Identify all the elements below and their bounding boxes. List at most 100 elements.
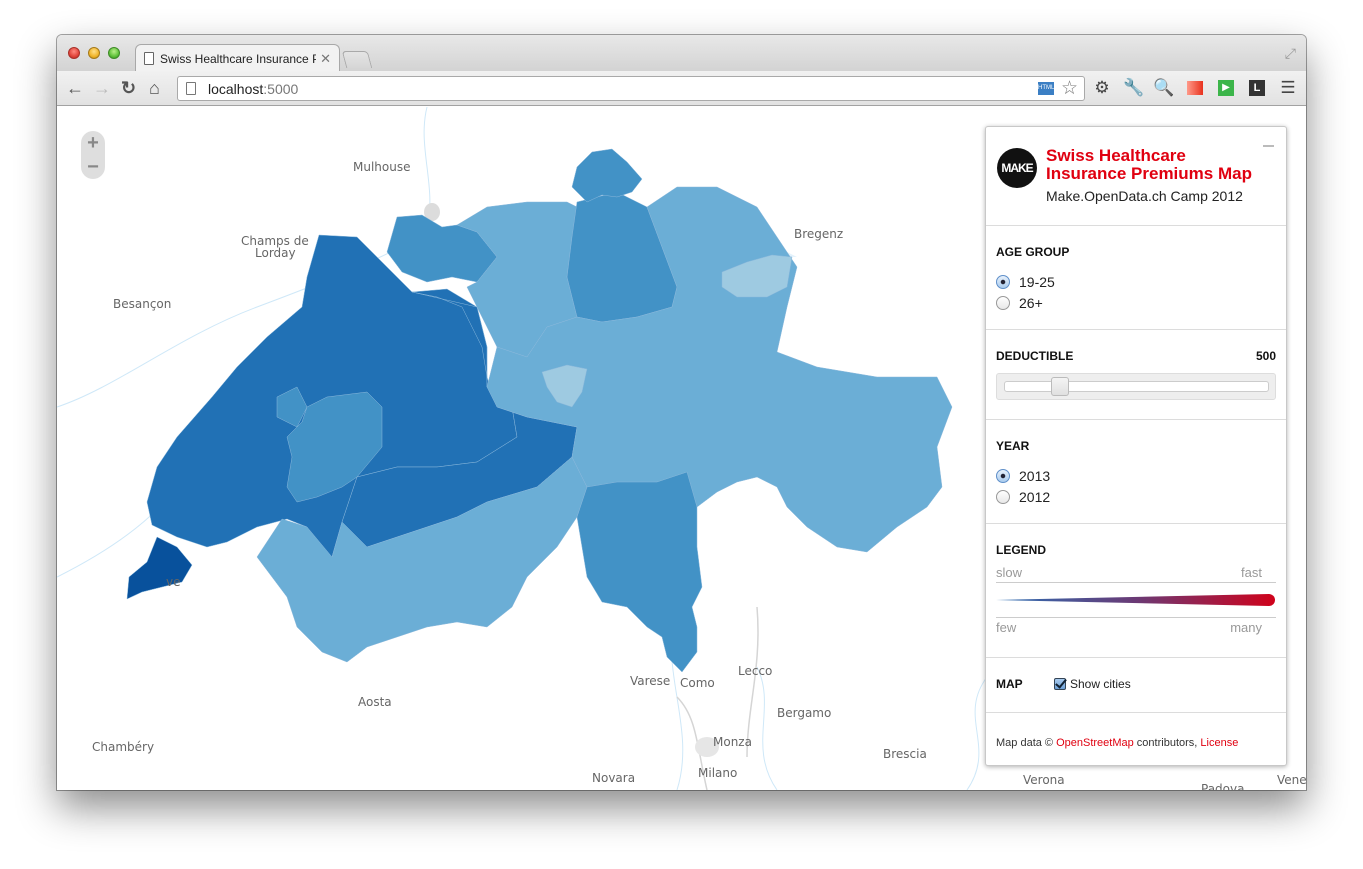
openstreetmap-link[interactable]: OpenStreetMap: [1056, 737, 1134, 749]
legend-fast: fast: [1241, 565, 1262, 580]
city-label: Bergamo: [777, 706, 831, 720]
city-label: Padova: [1201, 782, 1244, 790]
url-port: :5000: [263, 80, 299, 97]
app-title-line1: Swiss Healthcare: [1046, 146, 1186, 165]
map-section: MAP Show cities: [986, 658, 1286, 713]
tab-title: Swiss Healthcare Insurance P: [160, 51, 317, 66]
browser-toolbar: ← → ↻ ⌂ localhost:5000 HTML ☆ ⚙ 🔧 🔍 ▶ L …: [57, 71, 1306, 106]
age-group-option-19-25[interactable]: 19-25: [996, 271, 1276, 292]
page-icon: [186, 82, 196, 95]
show-cities-label: Show cities: [1070, 677, 1131, 691]
attribution: Map data © OpenStreetMap contributors, L…: [986, 713, 1286, 749]
green-play-icon[interactable]: ▶: [1216, 78, 1236, 98]
age-group-section: AGE GROUP 19-25 26+: [986, 226, 1286, 330]
database-search-icon[interactable]: 🔍: [1153, 78, 1174, 98]
year-section: YEAR 2013 2012: [986, 420, 1286, 524]
city-label: Venezia: [1277, 773, 1306, 787]
app-title-line2: Insurance Premiums Map: [1046, 164, 1252, 183]
radio-label: 26+: [1019, 294, 1043, 311]
page-icon: [144, 52, 154, 65]
tab-close-icon[interactable]: ✕: [320, 51, 331, 67]
city-label: Lorday: [255, 246, 296, 260]
city-label: ve: [166, 575, 180, 589]
panel-header: MAKE Swiss Healthcare Insurance Premiums…: [986, 127, 1286, 226]
legend-speed-row: slow fast: [996, 565, 1276, 580]
url-host: localhost: [208, 80, 264, 97]
city-label: Monza: [713, 735, 752, 749]
show-cities-checkbox[interactable]: [1054, 678, 1066, 690]
deductible-section: DEDUCTIBLE 500: [986, 330, 1286, 420]
reload-button[interactable]: ↻: [121, 76, 136, 100]
city-label: Besançon: [113, 297, 171, 311]
gear-icon[interactable]: ⚙: [1092, 78, 1112, 98]
city-label: Novara: [592, 771, 635, 785]
control-panel: MAKE Swiss Healthcare Insurance Premiums…: [985, 126, 1287, 766]
red-book-icon[interactable]: [1185, 78, 1205, 98]
legend-many: many: [1230, 620, 1262, 635]
canton-ticino[interactable]: [576, 471, 703, 673]
map-label: MAP: [996, 677, 1023, 691]
new-tab-button[interactable]: [341, 51, 373, 68]
radio-label: 2013: [1019, 467, 1051, 484]
year-option-2012[interactable]: 2012: [996, 486, 1276, 507]
map-viewport[interactable]: Mulhouse Champs de Lorday Besançon Brege…: [57, 107, 1306, 790]
year-label: YEAR: [996, 439, 1030, 453]
zoom-control: + −: [81, 131, 105, 179]
age-group-label: AGE GROUP: [996, 245, 1070, 259]
html5-icon[interactable]: HTML: [1038, 82, 1054, 95]
minimize-window-button[interactable]: [88, 47, 100, 59]
city-label: Chambéry: [92, 740, 154, 754]
legend-count-row: few many: [996, 620, 1276, 635]
city-label: Milano: [698, 766, 737, 780]
deductible-label: DEDUCTIBLE: [996, 349, 1074, 363]
radio-unselected[interactable]: [996, 295, 1010, 310]
bookmark-star-icon[interactable]: ☆: [1061, 77, 1078, 100]
attribution-middle: contributors,: [1133, 737, 1201, 749]
back-button[interactable]: ←: [66, 76, 84, 100]
menu-icon[interactable]: ☰: [1278, 78, 1298, 98]
close-window-button[interactable]: [68, 47, 80, 59]
forward-button[interactable]: →: [93, 76, 111, 100]
attribution-prefix: Map data ©: [996, 737, 1057, 749]
age-group-option-26-plus[interactable]: 26+: [996, 292, 1276, 313]
app-title: Swiss Healthcare Insurance Premiums Map: [1046, 147, 1252, 183]
wrench-icon[interactable]: 🔧: [1123, 78, 1144, 98]
browser-tab[interactable]: Swiss Healthcare Insurance P ✕: [135, 44, 340, 72]
zoom-out-button[interactable]: −: [81, 155, 105, 179]
canton-geneva[interactable]: [126, 536, 193, 600]
legend-slow: slow: [996, 565, 1023, 580]
legend-divider: [996, 617, 1276, 618]
slider-rail: [1004, 381, 1269, 392]
license-link[interactable]: License: [1200, 737, 1238, 749]
legend-section: LEGEND slow fast few many: [986, 524, 1286, 658]
show-cities-toggle[interactable]: Show cities: [1054, 677, 1131, 691]
legend-few: few: [996, 620, 1017, 635]
deductible-value: 500: [1255, 349, 1276, 363]
city-label: Como: [680, 676, 715, 690]
legend-wedge-shape: [996, 594, 1275, 606]
app-subtitle: Make.OpenData.ch Camp 2012: [1046, 188, 1243, 204]
zoom-window-button[interactable]: [108, 47, 120, 59]
radio-selected[interactable]: [996, 468, 1010, 483]
title-bar: Swiss Healthcare Insurance P ✕ ⤢: [57, 35, 1306, 72]
address-bar[interactable]: localhost:5000 HTML ☆: [177, 76, 1085, 101]
slider-handle[interactable]: [1051, 377, 1069, 396]
canton-schaffhausen[interactable]: [571, 148, 643, 203]
radio-selected[interactable]: [996, 274, 1010, 289]
radio-unselected[interactable]: [996, 489, 1010, 504]
city-label: Lecco: [738, 664, 772, 678]
deductible-slider[interactable]: [996, 373, 1276, 400]
city-label: Aosta: [358, 695, 392, 709]
home-button[interactable]: ⌂: [149, 76, 160, 100]
radio-label: 19-25: [1019, 273, 1055, 290]
zoom-in-button[interactable]: +: [81, 131, 105, 155]
attribution-text: Map data © OpenStreetMap contributors, L…: [996, 737, 1238, 749]
city-label: Brescia: [883, 747, 927, 761]
year-option-2013[interactable]: 2013: [996, 465, 1276, 486]
city-label: Bregenz: [794, 227, 843, 241]
fullscreen-icon[interactable]: ⤢: [1285, 45, 1296, 62]
city-label: Mulhouse: [353, 160, 410, 174]
l-logo-icon[interactable]: L: [1247, 78, 1267, 98]
make-logo: MAKE: [997, 148, 1037, 188]
legend-wedge: [996, 594, 1275, 606]
